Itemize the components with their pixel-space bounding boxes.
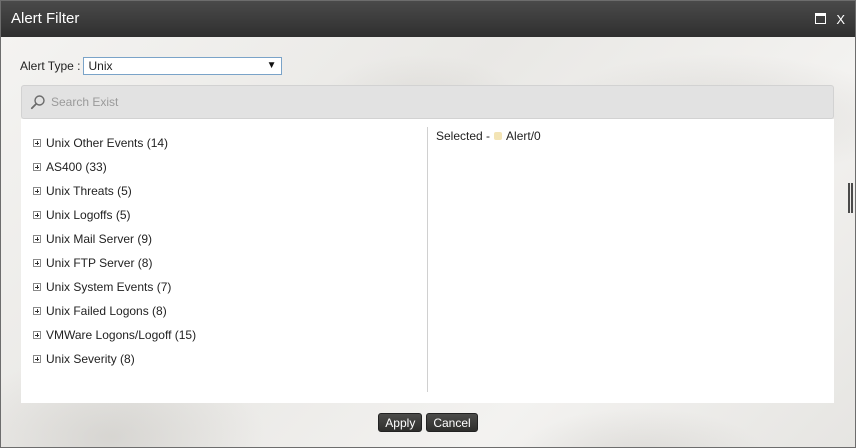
selected-info: Selected - Alert/0 [436, 129, 541, 143]
dropdown-arrow-icon: ▼ [266, 60, 277, 71]
dialog-footer: Apply Cancel [1, 413, 855, 432]
panel-divider [427, 127, 428, 392]
cancel-button[interactable]: Cancel [426, 413, 478, 432]
tree-item[interactable]: Unix Failed Logons (8) [33, 304, 413, 328]
tree-item-label: Unix System Events (7) [46, 280, 172, 294]
alert-type-row: Alert Type : Unix ▼ [20, 56, 283, 76]
tree-item[interactable]: Unix System Events (7) [33, 280, 413, 304]
expand-plus-icon[interactable] [33, 355, 41, 363]
search-icon [30, 95, 45, 110]
tree-item-label: AS400 (33) [46, 160, 107, 174]
expand-plus-icon[interactable] [33, 139, 41, 147]
tree-item[interactable]: AS400 (33) [33, 160, 413, 184]
expand-plus-icon[interactable] [33, 187, 41, 195]
expand-plus-icon[interactable] [33, 331, 41, 339]
dialog-titlebar[interactable]: Alert Filter X [1, 1, 855, 37]
expand-plus-icon[interactable] [33, 259, 41, 267]
tree-item[interactable]: Unix Severity (8) [33, 352, 413, 376]
maximize-icon [815, 12, 827, 24]
selected-prefix: Selected - [436, 129, 491, 143]
selected-value: Alert/0 [506, 129, 541, 143]
tree-item[interactable]: Unix Threats (5) [33, 184, 413, 208]
tree-item-label: Unix Logoffs (5) [46, 208, 131, 222]
expand-plus-icon[interactable] [33, 211, 41, 219]
tree-item[interactable]: Unix Mail Server (9) [33, 232, 413, 256]
expand-plus-icon[interactable] [33, 307, 41, 315]
resize-handle[interactable] [848, 183, 853, 213]
tree-item-label: Unix FTP Server (8) [46, 256, 153, 270]
alert-tree-panel: Unix Other Events (14) AS400 (33) Unix Thr… [21, 119, 834, 403]
expand-plus-icon[interactable] [33, 163, 41, 171]
tree-item-label: Unix Threats (5) [46, 184, 132, 198]
alert-type-select[interactable]: Unix ▼ [83, 57, 283, 75]
tree-item-label: Unix Failed Logons (8) [46, 304, 167, 318]
maximize-button[interactable] [815, 12, 827, 27]
tree-item[interactable]: Unix Other Events (14) [33, 136, 413, 160]
tree-item[interactable]: VMWare Logons/Logoff (15) [33, 328, 413, 352]
tree-item[interactable]: Unix FTP Server (8) [33, 256, 413, 280]
tree-item-label: Unix Severity (8) [46, 352, 135, 366]
close-button[interactable]: X [836, 12, 845, 27]
alert-type-selected-value: Unix [88, 59, 113, 73]
expand-plus-icon[interactable] [33, 235, 41, 243]
alert-filter-dialog: Alert Filter X Alert Type : Unix ▼ Unix … [0, 0, 856, 448]
tree-item-label: Unix Mail Server (9) [46, 232, 153, 246]
search-input[interactable] [51, 95, 651, 109]
alert-type-label: Alert Type : [20, 59, 81, 73]
search-bar [21, 85, 834, 119]
dialog-title: Alert Filter [11, 9, 80, 27]
tree-item[interactable]: Unix Logoffs (5) [33, 208, 413, 232]
tree-item-label: Unix Other Events (14) [46, 136, 169, 150]
apply-button[interactable]: Apply [378, 413, 423, 432]
expand-plus-icon[interactable] [33, 283, 41, 291]
alert-tree: Unix Other Events (14) AS400 (33) Unix Thr… [33, 136, 413, 376]
alert-node-icon [494, 132, 503, 140]
tree-item-label: VMWare Logons/Logoff (15) [46, 328, 197, 342]
